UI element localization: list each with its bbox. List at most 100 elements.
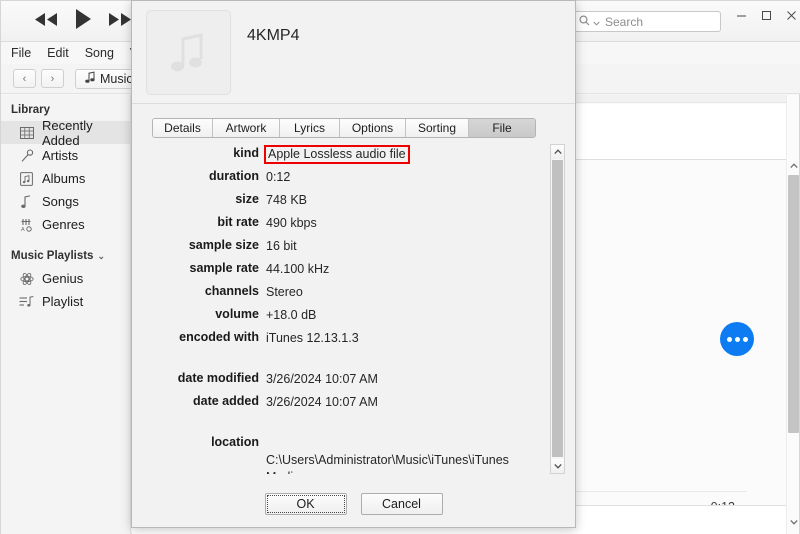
file-properties-list: kind Apple Lossless audio file duration … (146, 144, 546, 474)
sidebar-heading-playlists-label: Music Playlists (11, 250, 94, 262)
property-row-size: size 748 KB (146, 190, 546, 213)
property-value-location: C:\Users\Administrator\Music\iTunes\iTun… (266, 433, 546, 474)
sidebar-item-label: Songs (42, 194, 79, 209)
sidebar-item-label: Genres (42, 217, 85, 232)
property-label: sample size (188, 238, 259, 252)
dot-icon (742, 336, 748, 342)
ok-button[interactable]: OK (264, 493, 347, 515)
close-button[interactable] (778, 5, 800, 25)
dialog-scrollbar[interactable] (550, 144, 565, 474)
dialog-tab-strip: Details Artwork Lyrics Options Sorting F… (152, 118, 536, 138)
search-input[interactable]: Search (573, 11, 721, 32)
scroll-down-icon[interactable] (551, 459, 564, 473)
property-row-date-modified: date modified 3/26/2024 10:07 AM (146, 369, 546, 392)
music-note-icon (170, 32, 202, 71)
property-value: iTunes 12.13.1.3 (266, 331, 359, 345)
scroll-up-icon[interactable] (551, 145, 564, 159)
sidebar-item-label: Playlist (42, 294, 84, 309)
search-placeholder-text: Search (605, 14, 644, 29)
dot-icon (734, 336, 740, 342)
sidebar-item-label: Albums (42, 171, 86, 186)
property-row-encoded-with: encoded with iTunes 12.13.1.3 (146, 328, 546, 351)
sidebar: Library Recently Added Artists Albums So… (1, 95, 131, 534)
property-label: location (211, 435, 259, 449)
genius-icon (19, 271, 34, 286)
property-row-sample-rate: sample rate 44.100 kHz (146, 259, 546, 282)
dot-icon (726, 336, 732, 342)
property-row-channels: channels Stereo (146, 282, 546, 305)
library-selector-label: Music (100, 71, 133, 86)
sidebar-item-genius[interactable]: Genius (1, 267, 130, 290)
svg-text:A: A (21, 227, 25, 232)
menu-item-file[interactable]: File (11, 46, 31, 60)
property-label: encoded with (179, 330, 259, 344)
property-value: 3/26/2024 10:07 AM (266, 372, 378, 386)
property-label: sample rate (189, 261, 259, 275)
playback-controls (33, 7, 133, 31)
property-label: date added (193, 394, 259, 408)
more-options-button[interactable] (720, 322, 754, 356)
property-label: bit rate (217, 215, 259, 229)
play-icon[interactable] (73, 7, 93, 31)
playlist-icon (19, 294, 34, 309)
artwork-placeholder[interactable] (146, 10, 231, 95)
rewind-icon[interactable] (33, 11, 59, 28)
scroll-down-icon[interactable] (787, 515, 800, 529)
album-icon (19, 171, 34, 186)
property-row-date-added: date added 3/26/2024 10:07 AM (146, 392, 546, 415)
sidebar-item-recently-added[interactable]: Recently Added (1, 118, 130, 148)
property-value: 3/26/2024 10:07 AM (266, 395, 378, 409)
note-icon (19, 194, 34, 209)
scroll-thumb[interactable] (552, 160, 563, 457)
property-value: 44.100 kHz (266, 262, 330, 276)
fast-forward-icon[interactable] (107, 11, 133, 28)
tab-file[interactable]: File (469, 119, 535, 137)
tab-details[interactable]: Details (153, 119, 213, 137)
chevron-down-icon: ⌄ (97, 251, 106, 261)
property-label: duration (209, 169, 259, 183)
sidebar-heading-playlists[interactable]: Music Playlists ⌄ (1, 236, 130, 267)
property-value: Stereo (266, 285, 303, 299)
note-icon (85, 71, 95, 86)
tab-lyrics[interactable]: Lyrics (280, 119, 340, 137)
scroll-up-icon[interactable] (787, 159, 800, 173)
back-button[interactable]: ‹ (13, 69, 36, 88)
grid-icon (19, 125, 34, 140)
property-row-duration: duration 0:12 (146, 167, 546, 190)
forward-button[interactable]: › (41, 69, 64, 88)
scroll-thumb[interactable] (788, 175, 799, 433)
sidebar-item-albums[interactable]: Albums (1, 167, 130, 190)
sidebar-item-label: Recently Added (42, 117, 93, 148)
sidebar-item-songs[interactable]: Songs (1, 190, 130, 213)
property-value: 748 KB (266, 193, 308, 207)
microphone-icon (19, 148, 34, 163)
search-icon (579, 13, 590, 31)
dialog-title: 4KMP4 (247, 27, 300, 44)
sidebar-item-playlist[interactable]: Playlist (1, 290, 130, 313)
property-label: kind (233, 146, 259, 160)
location-line-1: C:\Users\Administrator\Music\iTunes\iTun… (266, 453, 509, 474)
property-value: 16 bit (266, 239, 297, 253)
property-label: channels (204, 284, 259, 298)
property-row-bit-rate: bit rate 490 kbps (146, 213, 546, 236)
maximize-button[interactable] (753, 5, 779, 25)
main-scrollbar[interactable] (786, 95, 799, 534)
minimize-button[interactable] (728, 5, 754, 25)
tab-artwork[interactable]: Artwork (213, 119, 280, 137)
genres-icon: A (19, 217, 34, 232)
property-row-sample-size: sample size 16 bit (146, 236, 546, 259)
tab-options[interactable]: Options (340, 119, 406, 137)
dialog-footer: OK Cancel (132, 481, 575, 527)
cancel-button[interactable]: Cancel (360, 493, 443, 515)
menu-item-song[interactable]: Song (85, 46, 114, 60)
tab-sorting[interactable]: Sorting (406, 119, 469, 137)
property-label: size (235, 192, 259, 206)
screenshot-root: Search File Edit Song View ‹ › (0, 0, 800, 534)
chevron-down-icon (593, 13, 600, 31)
sidebar-item-genres[interactable]: A Genres (1, 213, 130, 236)
property-row-kind: kind Apple Lossless audio file (146, 144, 546, 167)
dialog-header: 4KMP4 (132, 1, 575, 104)
property-value: 490 kbps (266, 216, 317, 230)
menu-item-edit[interactable]: Edit (47, 46, 69, 60)
property-row-location: location C:\Users\Administrator\Music\iT… (146, 433, 546, 474)
